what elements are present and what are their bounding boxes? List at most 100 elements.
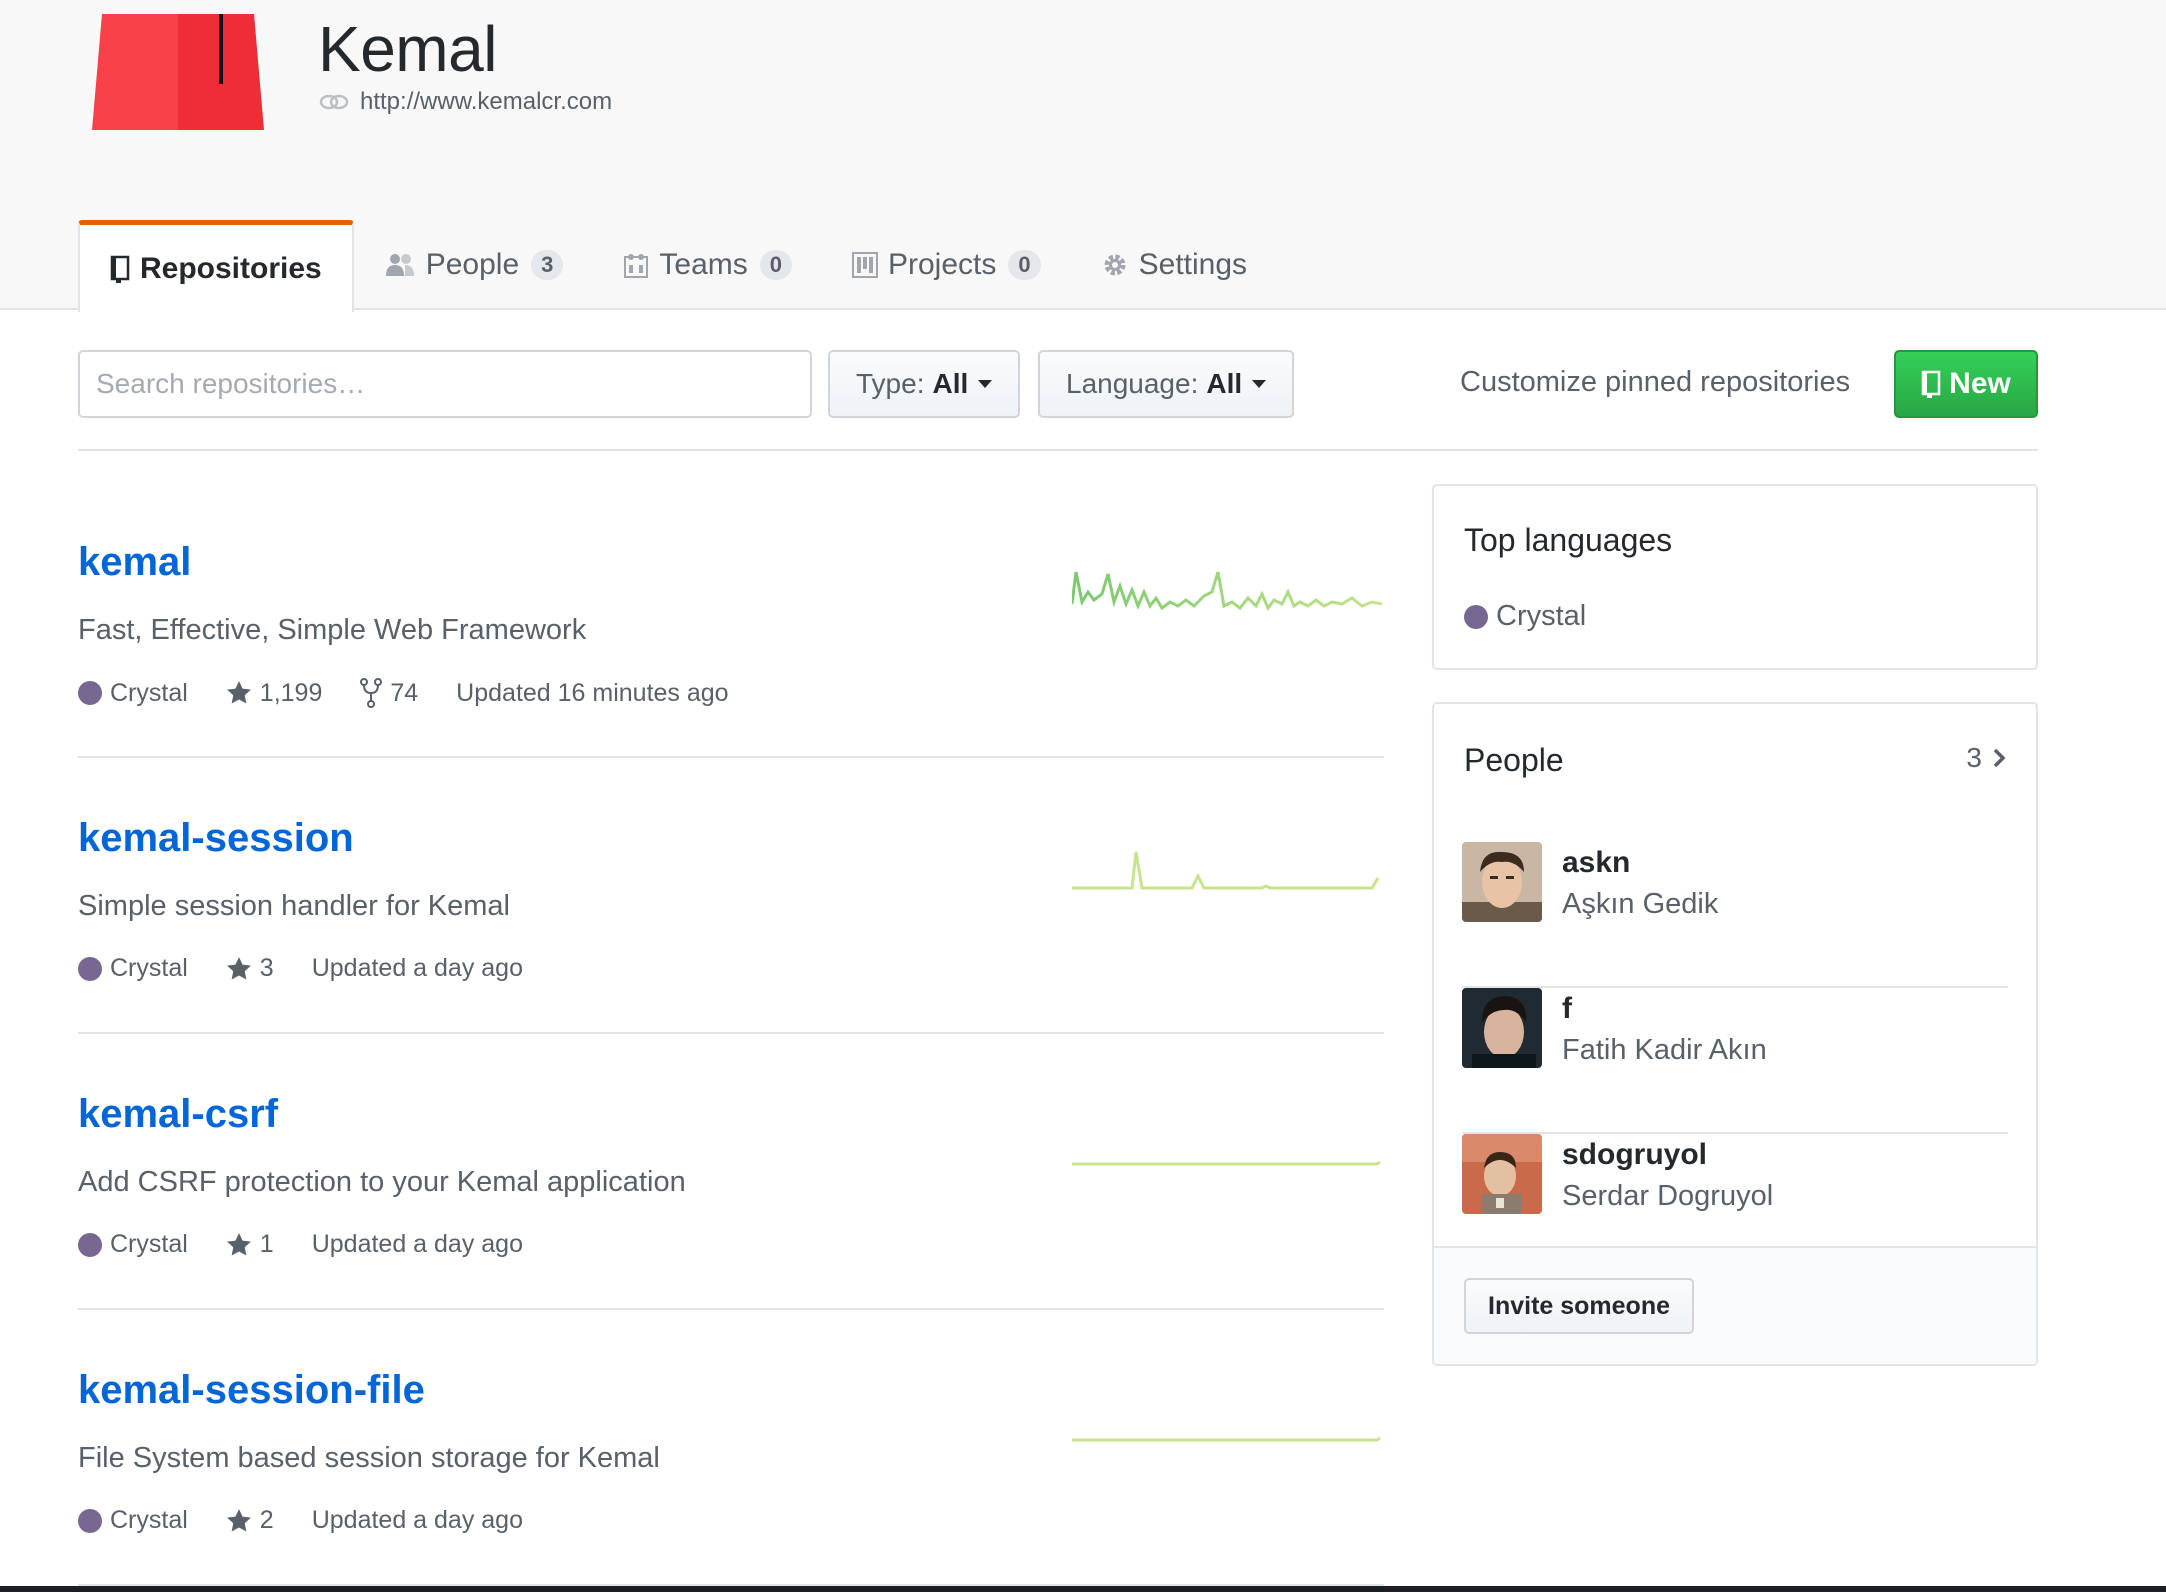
type-filter-button[interactable]: Type: All xyxy=(828,350,1021,418)
star-count: 3 xyxy=(259,954,274,982)
caret-down-icon xyxy=(1252,380,1267,388)
people-box: People 3 askn Aşkın Gedik f Fatih Kadir … xyxy=(1432,702,2038,1366)
tab-people[interactable]: People 3 xyxy=(354,220,594,310)
member-item[interactable]: f Fatih Kadir Akın xyxy=(1462,988,2008,1134)
member-fullname: Fatih Kadir Akın xyxy=(1562,1034,1767,1066)
search-repositories-input[interactable] xyxy=(78,350,812,418)
people-icon xyxy=(384,252,416,278)
tab-settings[interactable]: Settings xyxy=(1071,220,1277,310)
language-name: Crystal xyxy=(110,954,188,982)
new-button-label: New xyxy=(1949,367,2011,400)
repo-updated: Updated 16 minutes ago xyxy=(456,678,729,707)
repo-updated: Updated a day ago xyxy=(311,954,523,982)
repo-list-item: kemal-csrf Add CSRF protection to your K… xyxy=(78,1034,1384,1310)
tab-label: Settings xyxy=(1138,248,1248,281)
repo-meta: Crystal 2 Updated a day ago xyxy=(78,1506,561,1535)
toolbar-divider xyxy=(78,449,2038,451)
participation-sparkline xyxy=(1072,1436,1381,1442)
org-url[interactable]: http://www.kemalcr.com xyxy=(318,88,612,116)
repo-description: Fast, Effective, Simple Web Framework xyxy=(78,614,587,646)
fork-count: 74 xyxy=(390,678,419,707)
star-icon xyxy=(226,956,251,980)
language-name: Crystal xyxy=(110,678,188,707)
tab-teams[interactable]: Teams 0 xyxy=(593,220,822,310)
repo-icon xyxy=(1921,370,1941,398)
star-count: 1 xyxy=(259,1230,274,1258)
repo-name-link[interactable]: kemal-session xyxy=(78,816,354,861)
new-repository-button[interactable]: New xyxy=(1894,350,2038,418)
tab-label: People xyxy=(425,248,520,281)
star-count: 2 xyxy=(259,1506,274,1534)
repo-name-link[interactable]: kemal-csrf xyxy=(78,1092,278,1137)
tab-projects[interactable]: Projects 0 xyxy=(822,220,1071,310)
avatar[interactable] xyxy=(1462,988,1542,1068)
repo-name-link[interactable]: kemal-session-file xyxy=(78,1368,425,1413)
repo-language: Crystal xyxy=(78,954,188,983)
avatar[interactable] xyxy=(1462,842,1542,922)
member-item[interactable]: askn Aşkın Gedik xyxy=(1462,842,2008,988)
gear-icon xyxy=(1101,251,1129,279)
caret-down-icon xyxy=(978,380,993,388)
participation-sparkline xyxy=(1072,571,1382,611)
language-filter-value: All xyxy=(1206,368,1243,399)
repo-stars[interactable]: 3 xyxy=(226,954,274,983)
language-color-dot xyxy=(78,1508,102,1533)
repo-language: Crystal xyxy=(78,679,188,708)
participation-sparkline xyxy=(1072,1160,1381,1166)
repo-stars[interactable]: 1 xyxy=(226,1230,274,1259)
star-icon xyxy=(226,1232,251,1256)
star-count: 1,199 xyxy=(259,678,323,707)
repo-icon xyxy=(110,255,130,283)
people-title[interactable]: People xyxy=(1464,742,1564,779)
repo-list-item: kemal Fast, Effective, Simple Web Framew… xyxy=(78,482,1384,758)
repo-meta: Crystal 3 Updated a day ago xyxy=(78,954,561,983)
repo-meta: Crystal 1,199 74 Updated 16 minutes ago xyxy=(78,678,767,708)
star-icon xyxy=(226,1508,251,1532)
tab-count: 0 xyxy=(759,250,792,280)
link-icon xyxy=(319,94,349,110)
invite-someone-button[interactable]: Invite someone xyxy=(1464,1278,1694,1334)
org-url-text[interactable]: http://www.kemalcr.com xyxy=(360,88,612,116)
member-login[interactable]: askn xyxy=(1562,846,1630,880)
repo-stars[interactable]: 1,199 xyxy=(226,678,323,708)
language-name: Crystal xyxy=(110,1230,188,1258)
repo-forks[interactable]: 74 xyxy=(360,678,418,708)
window-bottom-edge xyxy=(0,1586,2166,1592)
tab-count: 3 xyxy=(531,250,564,280)
tab-repositories[interactable]: Repositories xyxy=(78,220,354,312)
repo-updated: Updated a day ago xyxy=(311,1506,523,1534)
org-name: Kemal xyxy=(318,13,497,85)
language-filter-label: Language: xyxy=(1066,368,1199,399)
member-login[interactable]: sdogruyol xyxy=(1562,1138,1707,1172)
tab-label: Repositories xyxy=(140,251,322,285)
customize-pinned-link[interactable]: Customize pinned repositories xyxy=(1460,366,1850,399)
tab-count: 0 xyxy=(1008,250,1041,280)
repo-language: Crystal xyxy=(78,1230,188,1259)
language-color-dot xyxy=(1464,604,1488,629)
people-count-link[interactable]: 3 xyxy=(1966,742,2006,774)
org-header: Kemal http://www.kemalcr.com Repositorie… xyxy=(0,0,2166,312)
repo-description: Simple session handler for Kemal xyxy=(78,890,510,922)
teams-icon xyxy=(623,251,649,279)
chevron-right-icon xyxy=(1993,748,2006,768)
projects-icon xyxy=(852,252,878,278)
member-fullname: Serdar Dogruyol xyxy=(1562,1180,1774,1212)
org-logo[interactable] xyxy=(92,14,264,130)
type-filter-value: All xyxy=(932,368,969,399)
member-login[interactable]: f xyxy=(1562,992,1572,1026)
org-nav-tabs: Repositories People 3 Teams 0 Projects 0 xyxy=(78,220,1277,312)
tab-label: Projects xyxy=(888,248,997,281)
participation-sparkline xyxy=(1072,851,1380,890)
avatar[interactable] xyxy=(1462,1134,1542,1214)
repo-list-item: kemal-session Simple session handler for… xyxy=(78,758,1384,1034)
star-icon xyxy=(226,681,251,704)
top-language-item[interactable]: Crystal xyxy=(1464,600,1586,633)
language-filter-button[interactable]: Language: All xyxy=(1038,350,1295,418)
language-color-dot xyxy=(78,956,102,981)
language-name: Crystal xyxy=(1496,600,1587,632)
repo-stars[interactable]: 2 xyxy=(226,1506,274,1535)
type-filter-label: Type: xyxy=(856,368,925,399)
repo-name-link[interactable]: kemal xyxy=(78,540,191,585)
repo-meta: Crystal 1 Updated a day ago xyxy=(78,1230,561,1259)
top-languages-box: Top languages Crystal xyxy=(1432,484,2038,670)
